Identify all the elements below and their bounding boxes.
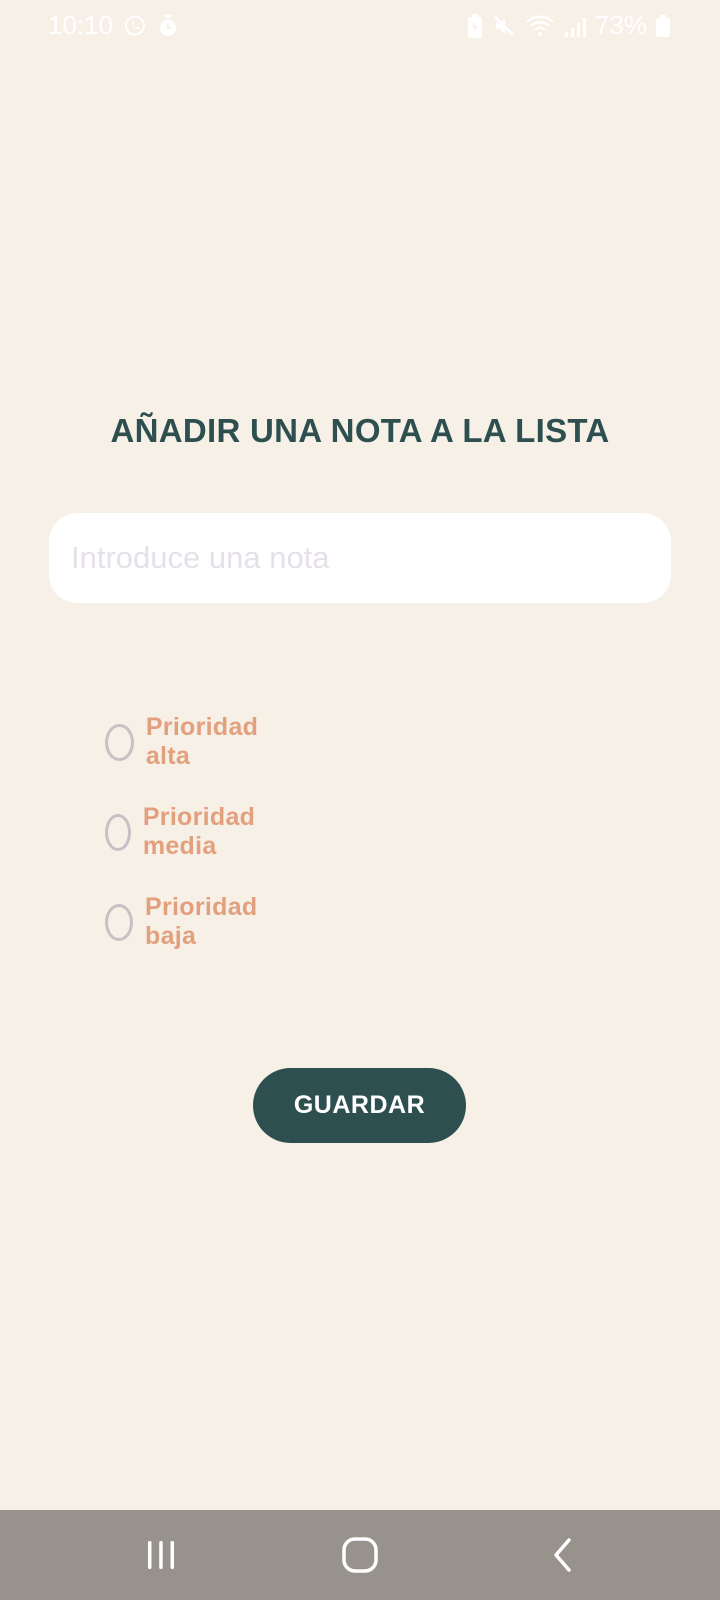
priority-option-low[interactable]: Prioridad baja [105,893,266,950]
battery-saver-icon [467,13,483,39]
radio-button-icon[interactable] [105,723,134,761]
page-title: AÑADIR UNA NOTA A LA LISTA [110,412,610,449]
note-input[interactable] [49,513,671,603]
status-time: 10:10 [48,10,114,40]
priority-option-label: Prioridad baja [145,893,258,950]
status-bar-left: 10:10 [48,10,179,41]
home-icon [341,1536,379,1574]
back-button[interactable] [513,1510,613,1600]
recent-apps-icon [144,1538,178,1572]
battery-percent: 73% [594,10,647,40]
priority-option-high[interactable]: Prioridad alta [105,713,266,770]
whatsapp-icon [123,14,147,38]
radio-button-icon[interactable] [105,813,131,851]
battery-icon [656,14,670,37]
priority-option-medium[interactable]: Prioridad media [105,803,266,860]
home-button[interactable] [310,1510,410,1600]
back-icon [550,1537,576,1573]
navigation-bar [0,1510,720,1600]
signal-icon [564,14,586,38]
recent-apps-button[interactable] [111,1510,211,1600]
radio-button-icon[interactable] [105,903,134,941]
mute-icon [492,14,516,38]
save-button[interactable]: GUARDAR [253,1068,466,1143]
priority-option-label: Prioridad media [142,803,256,860]
priority-option-label: Prioridad alta [145,713,259,770]
status-bar-right: 73% [467,10,670,41]
timer-icon [157,14,179,38]
wifi-icon [525,14,555,38]
status-bar: 10:10 73% [0,0,720,52]
